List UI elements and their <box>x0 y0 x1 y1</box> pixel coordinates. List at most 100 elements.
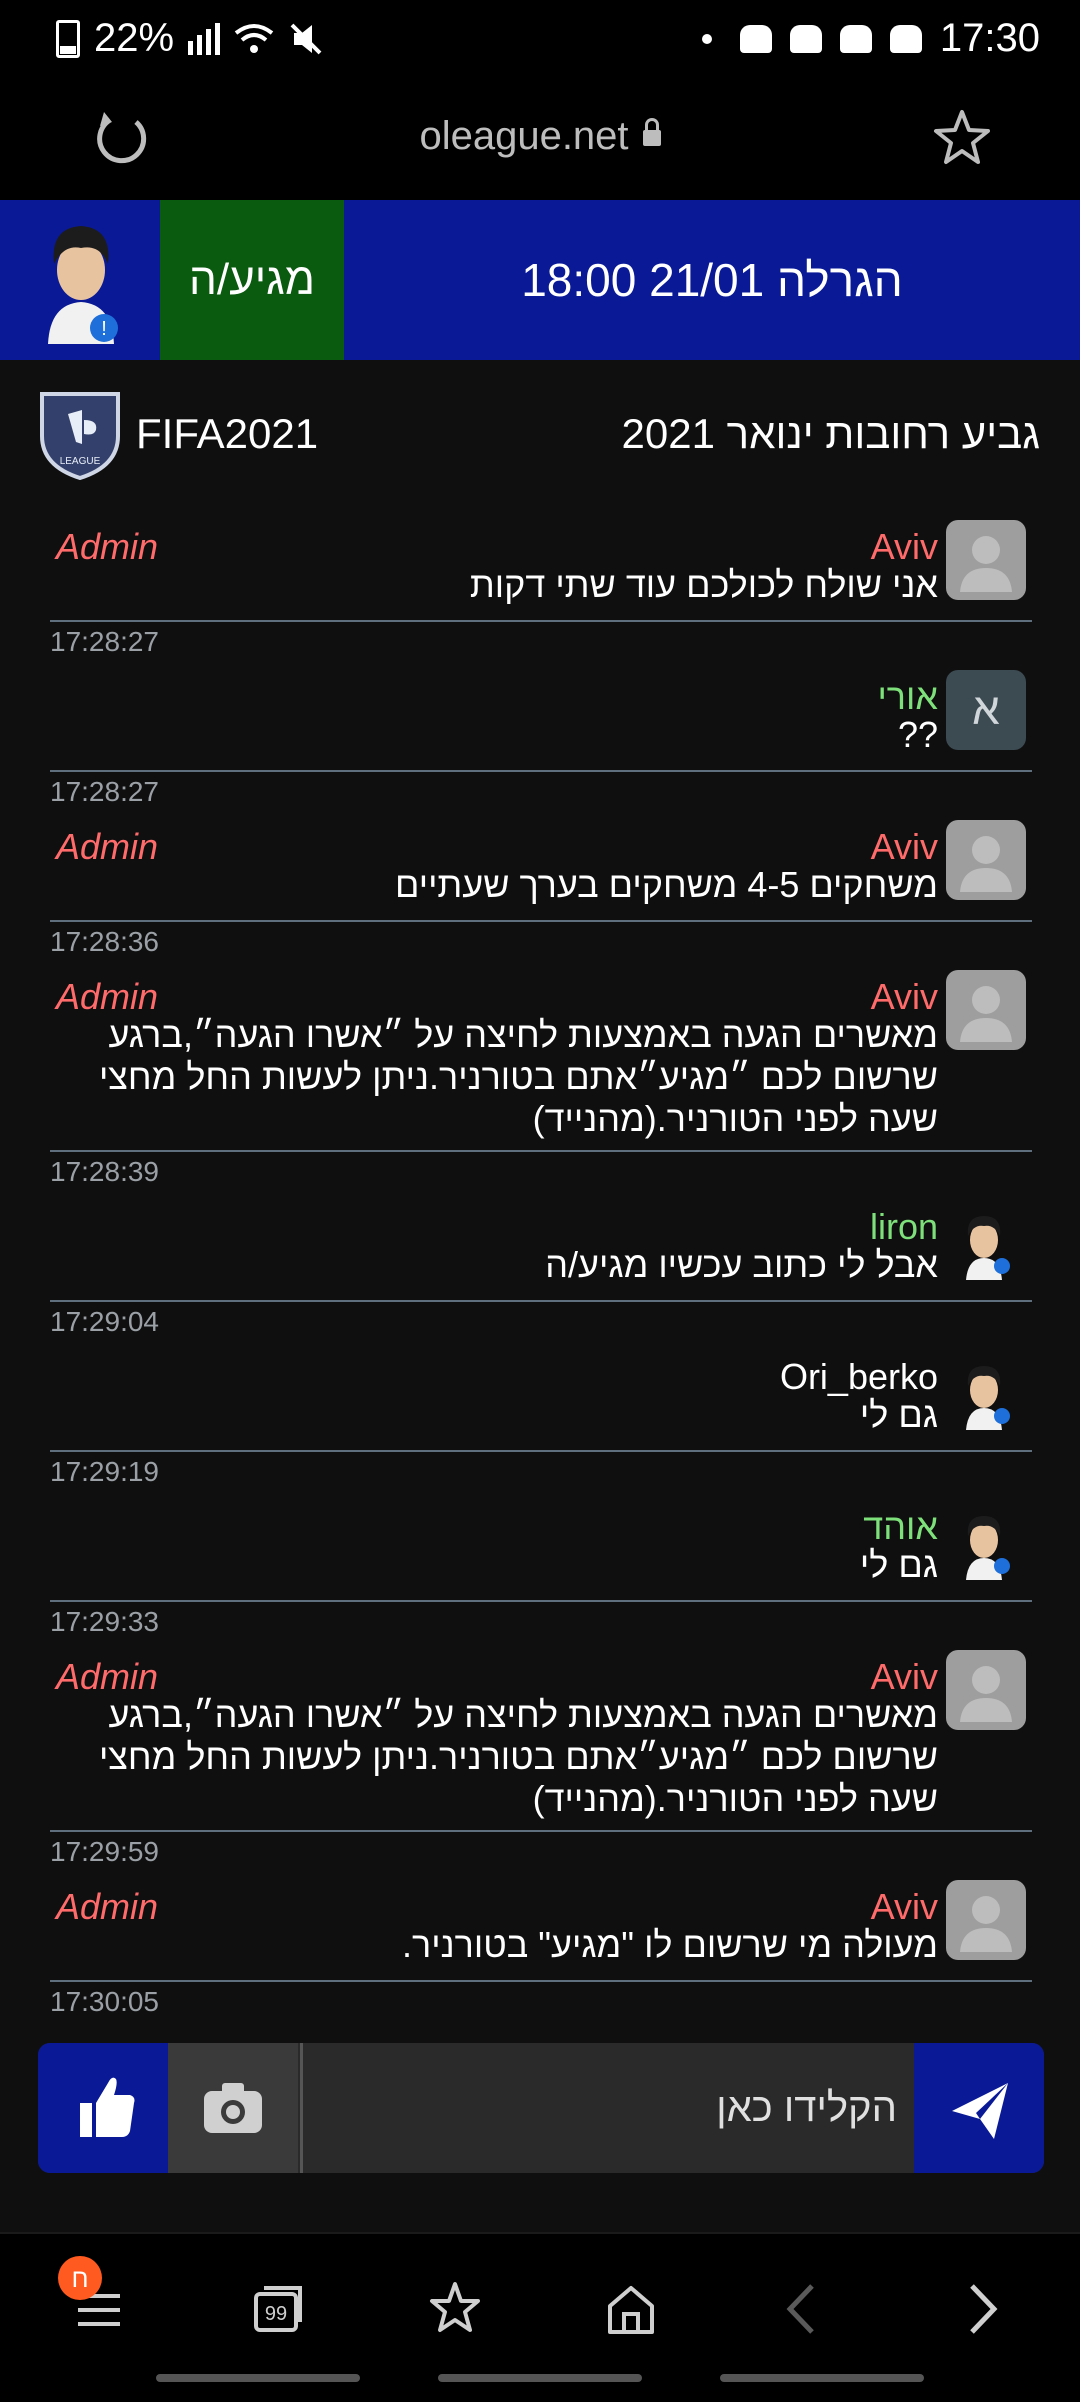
message-timestamp: 17:28:39 <box>50 1156 159 1187</box>
send-button[interactable] <box>914 2043 1044 2173</box>
message-divider <box>50 920 1032 922</box>
home-icon <box>608 2286 654 2334</box>
tournament-header: LEAGUE FIFA2021 גביע רחובות ינואר 2021 <box>0 360 1080 510</box>
message-timestamp: 17:28:27 <box>50 626 159 657</box>
thumbs-up-icon <box>80 2077 135 2137</box>
chat-message: Admin Aviv משחקים 4-5 משחקים בערך שעתיים… <box>0 810 1080 960</box>
message-text: משחקים 4-5 משחקים בערך שעתיים <box>395 864 938 905</box>
send-icon <box>952 2083 1008 2139</box>
message-author: Aviv <box>870 1656 938 1697</box>
chevron-left-icon <box>786 2284 814 2334</box>
app-notification-icon <box>739 24 772 53</box>
forward-button[interactable] <box>946 2274 1016 2344</box>
admin-tag: Admin <box>56 826 159 867</box>
message-timestamp: 17:29:19 <box>50 1456 159 1487</box>
wifi-icon <box>234 23 274 53</box>
chat-message: Admin Aviv מעולה מי שרשום לו "מגיע" בטור… <box>0 1870 1080 2020</box>
status-bar: 22% 17:30 <box>0 0 1080 78</box>
app-notification-icon <box>789 24 822 53</box>
message-text: גם לי <box>859 1544 938 1585</box>
chat-message: Admin Aviv מאשרים הגעה באמצעות לחיצה על … <box>0 1640 1080 1870</box>
message-author: אוהד <box>863 1506 938 1547</box>
default-avatar-icon <box>946 820 1026 900</box>
chat-message: א אורי ?? 17:28:27 <box>0 660 1080 810</box>
bookmarks-button[interactable] <box>420 2274 490 2344</box>
user-avatar <box>946 1350 1026 1430</box>
message-timestamp: 17:30:05 <box>50 1986 159 2017</box>
message-timestamp: 17:29:59 <box>50 1836 159 1867</box>
message-text: אבל לי כתוב עכשיו מגיע/ה <box>545 1244 938 1285</box>
message-divider <box>50 1980 1032 1982</box>
default-avatar-icon <box>946 1650 1026 1730</box>
tabs-button[interactable]: 99 <box>242 2274 312 2344</box>
message-divider <box>50 620 1032 622</box>
mute-icon <box>290 23 322 54</box>
chat-message: liron אבל לי כתוב עכשיו מגיע/ה 17:29:04 <box>0 1190 1080 1340</box>
message-author: אורי <box>877 676 938 717</box>
svg-text:99: 99 <box>265 2303 287 2325</box>
user-avatar <box>946 1500 1026 1580</box>
like-button[interactable] <box>38 2043 168 2173</box>
message-author: Ori_berko <box>779 1356 938 1397</box>
message-input-wrap <box>300 2043 917 2173</box>
svg-text:LEAGUE: LEAGUE <box>60 456 101 467</box>
chat-message: Ori_berko גם לי 17:29:19 <box>0 1340 1080 1490</box>
notification-badge: ח <box>58 2256 102 2300</box>
message-text: מאשרים הגעה באמצעות לחיצה על ״אשרו הגעה״… <box>98 1014 938 1139</box>
chat-message: אוהד גם לי 17:29:33 <box>0 1490 1080 1640</box>
arrival-status-button[interactable]: מגיע/ה <box>160 200 344 360</box>
address-bar[interactable]: oleague.net <box>0 114 1080 159</box>
default-avatar-icon <box>946 1880 1026 1960</box>
message-divider <box>50 1300 1032 1302</box>
message-author: liron <box>869 1206 938 1247</box>
admin-tag: Admin <box>56 1886 159 1927</box>
gesture-bar-right <box>720 2374 924 2382</box>
message-author: Aviv <box>870 526 938 567</box>
message-input[interactable] <box>303 2043 917 2173</box>
bookmark-star-icon[interactable] <box>930 106 994 170</box>
tournament-name: גביע רחובות ינואר 2021 <box>621 410 1040 457</box>
default-avatar-icon <box>946 970 1026 1050</box>
browser-toolbar: oleague.net <box>0 78 1080 200</box>
tournament-banner: ! מגיע/ה הגרלה 21/01 18:00 <box>0 200 1080 360</box>
draw-time-label: הגרלה 21/01 18:00 <box>521 254 903 306</box>
user-avatar[interactable]: ! <box>38 214 124 344</box>
admin-tag: Admin <box>56 976 159 1017</box>
message-text: גם לי <box>859 1394 938 1435</box>
svg-text:!: ! <box>101 318 107 340</box>
home-button[interactable] <box>596 2274 666 2344</box>
game-title: FIFA2021 <box>136 410 319 457</box>
camera-button[interactable] <box>168 2043 298 2173</box>
message-timestamp: 17:29:33 <box>50 1606 159 1637</box>
message-author: Aviv <box>870 1886 938 1927</box>
message-text: מעולה מי שרשום לו "מגיע" בטורניר. <box>402 1924 938 1965</box>
lock-icon <box>642 118 661 147</box>
message-text: מאשרים הגעה באמצעות לחיצה על ״אשרו הגעה״… <box>98 1694 938 1819</box>
message-text: אני שולח לכולכם עוד שתי דקות <box>469 564 938 605</box>
message-timestamp: 17:28:27 <box>50 776 159 807</box>
battery-icon <box>56 19 80 58</box>
bookmarks-star-icon <box>430 2282 480 2332</box>
tabs-icon: 99 <box>254 2286 302 2332</box>
app-notification-icon <box>839 24 872 53</box>
default-avatar-icon <box>946 520 1026 600</box>
signal-icon <box>188 22 221 55</box>
message-author: Aviv <box>870 826 938 867</box>
chat-list: Admin Aviv אני שולח לכולכם עוד שתי דקות … <box>0 510 1080 2020</box>
user-avatar <box>946 1200 1026 1280</box>
chat-message: Admin Aviv מאשרים הגעה באמצעות לחיצה על … <box>0 960 1080 1190</box>
message-divider <box>50 1450 1032 1452</box>
message-divider <box>50 1600 1032 1602</box>
message-divider <box>50 1150 1032 1152</box>
camera-icon <box>204 2083 262 2133</box>
message-timestamp: 17:29:04 <box>50 1306 159 1337</box>
message-divider <box>50 1830 1032 1832</box>
chevron-right-icon <box>970 2284 998 2334</box>
league-logo: LEAGUE <box>40 392 120 480</box>
gesture-bar-center <box>438 2374 642 2382</box>
clock: 17:30 <box>939 16 1040 60</box>
letter-avatar: א <box>946 670 1026 750</box>
message-composer <box>38 2043 1044 2173</box>
back-button[interactable] <box>768 2274 838 2344</box>
notification-dot-icon <box>701 33 712 44</box>
